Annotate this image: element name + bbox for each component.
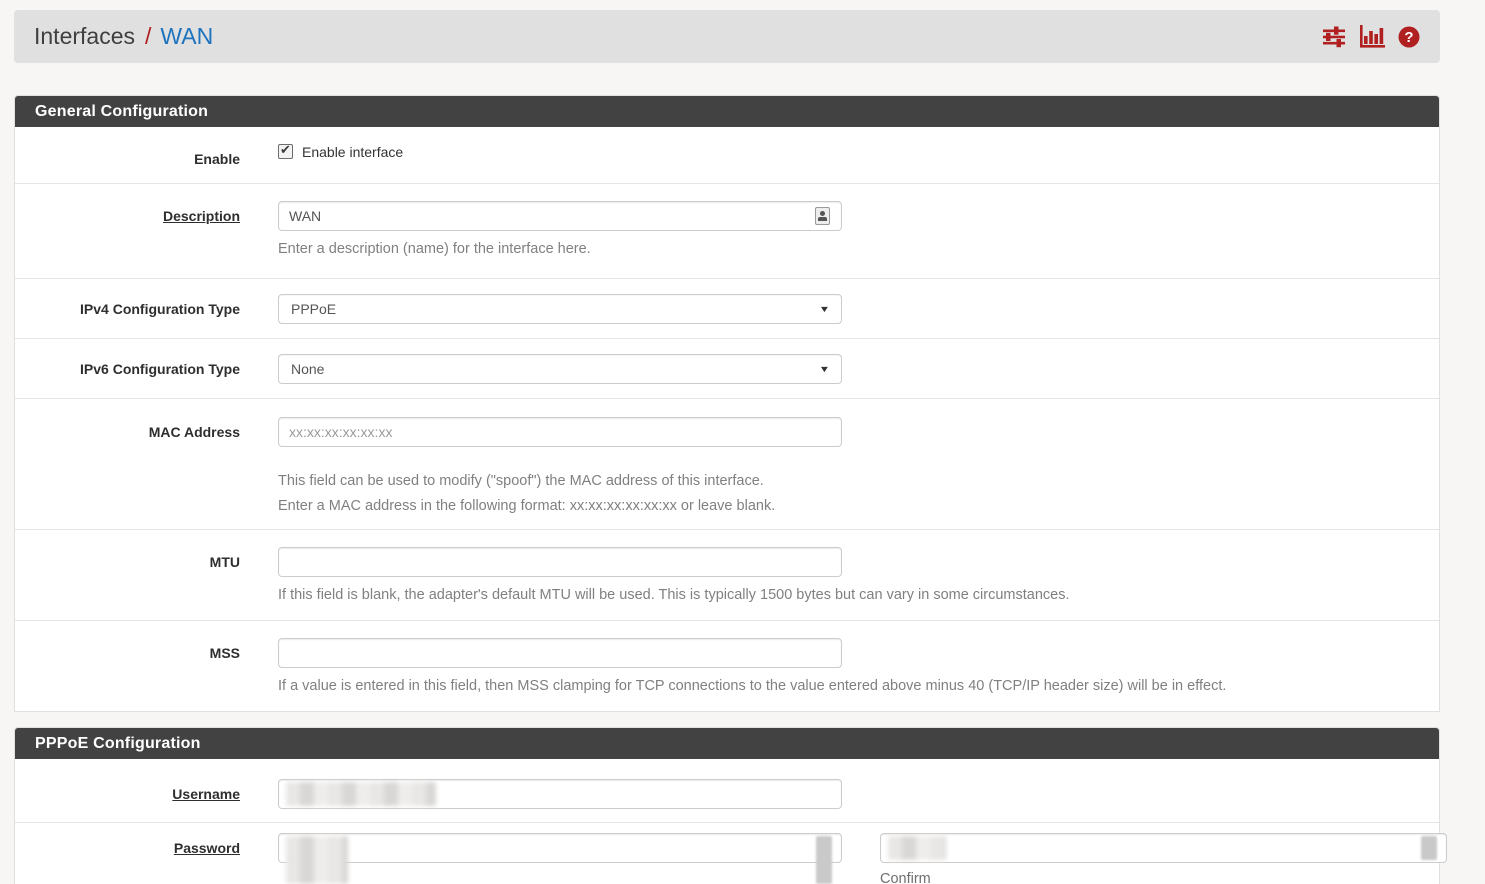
- sliders-icon[interactable]: [1322, 26, 1346, 48]
- breadcrumb-page-link[interactable]: WAN: [160, 23, 213, 49]
- mac-address-input[interactable]: [278, 417, 842, 447]
- mss-label: MSS: [15, 638, 240, 699]
- enable-label: Enable: [15, 144, 240, 167]
- pppoe-configuration-title: PPPoE Configuration: [15, 728, 1439, 759]
- page: Interfaces / WAN: [0, 0, 1485, 884]
- header-icons: ?: [1322, 25, 1420, 48]
- enable-interface-checkbox[interactable]: [278, 144, 293, 159]
- username-row: Username: [15, 759, 1439, 823]
- enable-row: Enable Enable interface: [15, 127, 1439, 184]
- mss-input[interactable]: [278, 638, 842, 668]
- confirm-help-text: Confirm: [880, 871, 1447, 884]
- breadcrumb: Interfaces / WAN: [34, 23, 213, 50]
- ipv6-type-row: IPv6 Configuration Type None ▼: [15, 339, 1439, 399]
- password-confirm-input[interactable]: [880, 833, 1447, 863]
- mac-help-text: This field can be used to modify ("spoof…: [278, 469, 1439, 519]
- redacted-reveal-icon: [1421, 836, 1437, 860]
- mss-row: MSS If a value is entered in this field,…: [15, 621, 1439, 711]
- redacted-password-value: [286, 836, 348, 884]
- description-row: Description Enter a description (name) f…: [15, 184, 1439, 279]
- password-row: Password: [15, 823, 1439, 884]
- ipv6-type-select[interactable]: None ▼: [278, 354, 842, 384]
- ipv4-type-label: IPv4 Configuration Type: [15, 294, 240, 324]
- password-input[interactable]: [278, 833, 842, 863]
- ipv4-type-row: IPv4 Configuration Type PPPoE ▼: [15, 279, 1439, 339]
- chevron-down-icon: ▼: [819, 304, 831, 314]
- autofill-icon[interactable]: [815, 207, 830, 225]
- redacted-confirm-password-value: [888, 836, 946, 860]
- mtu-help-text: If this field is blank, the adapter's de…: [278, 583, 1439, 608]
- mss-help-text: If a value is entered in this field, the…: [278, 674, 1439, 699]
- mtu-input[interactable]: [278, 547, 842, 577]
- svg-text:?: ?: [1404, 29, 1413, 46]
- ipv6-type-label: IPv6 Configuration Type: [15, 354, 240, 384]
- general-configuration-panel: General Configuration Enable Enable inte…: [14, 95, 1440, 712]
- mac-address-label: MAC Address: [15, 417, 240, 519]
- general-configuration-title: General Configuration: [15, 96, 1439, 127]
- breadcrumb-bar: Interfaces / WAN: [14, 10, 1440, 63]
- breadcrumb-section: Interfaces: [34, 23, 135, 49]
- redacted-username-value: [286, 782, 436, 806]
- mac-address-row: MAC Address This field can be used to mo…: [15, 399, 1439, 530]
- description-label: Description: [15, 201, 240, 262]
- pppoe-configuration-panel: PPPoE Configuration Username Password: [14, 727, 1440, 884]
- breadcrumb-separator: /: [145, 23, 151, 49]
- enable-interface-checkbox-label: Enable interface: [302, 144, 403, 160]
- password-label: Password: [15, 833, 240, 884]
- ipv6-type-selected-value: None: [291, 361, 324, 377]
- description-input[interactable]: [278, 201, 842, 231]
- help-icon[interactable]: ?: [1398, 26, 1420, 48]
- mtu-label: MTU: [15, 547, 240, 608]
- chevron-down-icon: ▼: [819, 364, 831, 374]
- description-help-text: Enter a description (name) for the inter…: [278, 237, 1439, 262]
- bar-chart-icon[interactable]: [1359, 25, 1385, 48]
- redacted-reveal-icon: [816, 836, 832, 884]
- ipv4-type-selected-value: PPPoE: [291, 301, 336, 317]
- mtu-row: MTU If this field is blank, the adapter'…: [15, 530, 1439, 621]
- username-label: Username: [15, 779, 240, 809]
- ipv4-type-select[interactable]: PPPoE ▼: [278, 294, 842, 324]
